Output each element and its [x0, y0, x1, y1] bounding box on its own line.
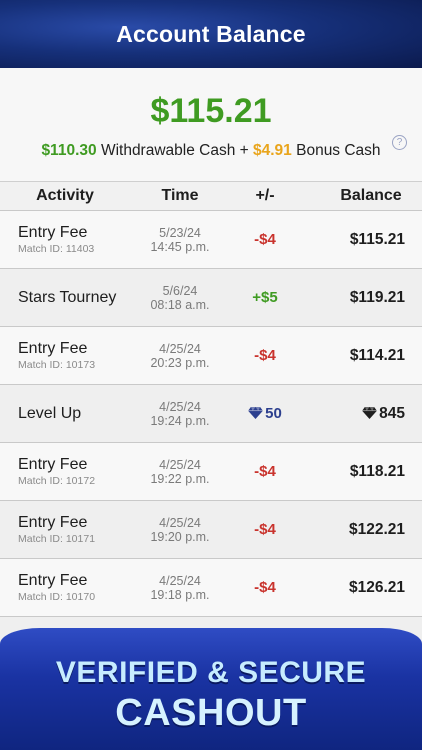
column-header-activity: Activity: [36, 187, 94, 204]
banner-subheadline: CASHOUT: [115, 692, 307, 734]
balance-breakdown: $110.30 Withdrawable Cash + $4.91 Bonus …: [0, 142, 422, 160]
transaction-time: 20:23 p.m.: [150, 355, 210, 370]
table-row[interactable]: Stars Tourney 5/6/24 08:18 a.m. +$5 $119.21: [0, 269, 422, 327]
transaction-date: 4/25/24: [159, 515, 201, 530]
activity-name: Entry Fee: [18, 224, 88, 241]
table-row[interactable]: Entry Fee Match ID: 10173 4/25/24 20:23 p.m…: [0, 327, 422, 385]
balance-amount: $115.21: [349, 230, 405, 248]
balance-cell: $126.21: [300, 579, 422, 597]
change-amount: -$4: [254, 463, 276, 480]
transaction-date: 5/23/24: [159, 225, 201, 240]
change-amount: +$5: [252, 289, 278, 306]
change-amount: -$4: [254, 347, 276, 364]
transaction-date: 4/25/24: [159, 399, 201, 414]
change-cell: +$5: [230, 289, 300, 306]
activity-name: Entry Fee: [18, 456, 88, 473]
gem-icon: [362, 406, 378, 419]
banner-headline: VERIFIED & SECURE: [55, 656, 367, 689]
table-row[interactable]: Entry Fee Match ID: 11403 5/23/24 14:45 p.m…: [0, 211, 422, 269]
time-cell: 5/6/24 08:18 a.m.: [130, 284, 230, 312]
match-id: Match ID: 10172: [18, 475, 96, 487]
time-cell: 4/25/24 20:23 p.m.: [130, 342, 230, 370]
activity-cell: Entry Fee Match ID: 10170: [0, 572, 130, 603]
change-cell: -$4: [230, 463, 300, 480]
transaction-list[interactable]: Entry Fee Match ID: 11403 5/23/24 14:45 p.m…: [0, 211, 422, 675]
bonus-label: Bonus Cash: [296, 142, 381, 159]
table-row[interactable]: Entry Fee Match ID: 10172 4/25/24 19:22 p.m…: [0, 443, 422, 501]
activity-name: Level Up: [18, 404, 82, 422]
change-amount: -$4: [254, 231, 276, 248]
help-icon[interactable]: ?: [392, 135, 407, 150]
change-cell: 50: [230, 405, 300, 422]
activity-name: Entry Fee: [18, 572, 88, 589]
column-header-balance: Balance: [340, 187, 402, 204]
balance-cell: $118.21: [300, 463, 422, 481]
column-header-change: +/-: [255, 187, 275, 204]
activity-name: Entry Fee: [18, 514, 88, 531]
balance-cell: $114.21: [300, 347, 422, 365]
balance-cell: 845: [300, 405, 422, 423]
withdrawable-amount: $110.30: [41, 142, 97, 159]
transaction-date: 4/25/24: [159, 341, 201, 356]
transaction-time: 08:18 a.m.: [150, 297, 210, 312]
transaction-time: 19:20 p.m.: [150, 529, 210, 544]
time-cell: 4/25/24 19:24 p.m.: [130, 400, 230, 428]
match-id: Match ID: 10170: [18, 591, 96, 603]
change-amount: -$4: [254, 521, 276, 538]
balance-amount: $119.21: [349, 288, 405, 306]
withdrawable-label: Withdrawable Cash +: [100, 142, 249, 159]
table-row[interactable]: Entry Fee Match ID: 10170 4/25/24 19:18 p.m…: [0, 559, 422, 617]
total-balance: $115.21: [150, 92, 272, 130]
balance-amount: 845: [379, 404, 405, 422]
table-row[interactable]: Level Up 4/25/24 19:24 p.m. 50 845: [0, 385, 422, 443]
activity-cell: Entry Fee Match ID: 10171: [0, 514, 130, 545]
balance-cell: $122.21: [300, 521, 422, 539]
transaction-time: 19:18 p.m.: [150, 587, 210, 602]
change-cell: -$4: [230, 231, 300, 248]
balance-summary: $115.21 $110.30 Withdrawable Cash + $4.9…: [0, 68, 422, 182]
activity-name: Stars Tourney: [18, 288, 117, 306]
balance-cell: $119.21: [300, 289, 422, 307]
activity-cell: Entry Fee Match ID: 10172: [0, 456, 130, 487]
transaction-date: 4/25/24: [159, 573, 201, 588]
time-cell: 5/23/24 14:45 p.m.: [130, 226, 230, 254]
table-row[interactable]: Entry Fee Match ID: 10171 4/25/24 19:20 p.m…: [0, 501, 422, 559]
activity-cell: Entry Fee Match ID: 11403: [0, 224, 130, 255]
activity-cell: Entry Fee Match ID: 10173: [0, 340, 130, 371]
time-cell: 4/25/24 19:18 p.m.: [130, 574, 230, 602]
transaction-time: 19:24 p.m.: [150, 413, 210, 428]
app-header: Account Balance: [0, 0, 422, 68]
page-title: Account Balance: [116, 20, 306, 47]
balance-cell: $115.21: [300, 231, 422, 249]
balance-amount: $114.21: [349, 346, 405, 364]
change-cell: -$4: [230, 347, 300, 364]
change-amount: -$4: [254, 579, 276, 596]
gem-icon: [248, 407, 264, 419]
transaction-time: 14:45 p.m.: [150, 239, 210, 254]
balance-amount: $126.21: [348, 578, 405, 596]
balance-amount: $118.21: [349, 462, 405, 480]
change-cell: -$4: [230, 521, 300, 538]
promo-banner: VERIFIED & SECURE CASHOUT: [0, 628, 422, 750]
match-id: Match ID: 11403: [18, 243, 95, 255]
transaction-date: 5/6/24: [162, 283, 198, 298]
time-cell: 4/25/24 19:20 p.m.: [130, 516, 230, 544]
match-id: Match ID: 10171: [18, 533, 96, 545]
column-header-time: Time: [161, 187, 199, 204]
change-cell: -$4: [230, 579, 300, 596]
balance-amount: $122.21: [348, 520, 405, 538]
activity-cell: Level Up: [0, 405, 130, 423]
transaction-time: 19:22 p.m.: [150, 471, 210, 486]
match-id: Match ID: 10173: [18, 359, 96, 371]
activity-name: Entry Fee: [18, 340, 88, 357]
transaction-date: 4/25/24: [159, 457, 201, 472]
bonus-amount: $4.91: [253, 142, 292, 159]
activity-cell: Stars Tourney: [0, 289, 130, 307]
time-cell: 4/25/24 19:22 p.m.: [130, 458, 230, 486]
change-amount: 50: [265, 405, 282, 422]
table-header: Activity Time +/- Balance: [0, 182, 422, 211]
